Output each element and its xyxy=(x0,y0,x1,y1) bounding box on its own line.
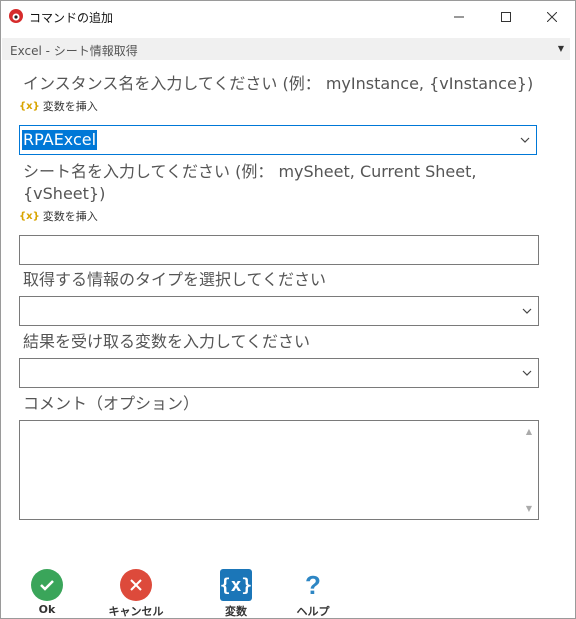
variables-button[interactable]: {x} 変数 xyxy=(201,569,271,619)
help-button[interactable]: ? ヘルプ xyxy=(278,569,348,619)
sheet-input[interactable] xyxy=(19,235,539,265)
command-selector[interactable]: Excel - シート情報取得 ▼ xyxy=(2,38,570,60)
help-question-icon: ? xyxy=(305,569,321,600)
add-command-window: コマンドの追加 Excel - シート情報取得 ▼ インスタンス名を入力してくだ… xyxy=(0,0,576,619)
instance-label: インスタンス名を入力してください (例： myInstance, {vInsta… xyxy=(23,74,534,93)
insert-variable-link-instance[interactable]: {x} 変数を挿入 xyxy=(19,98,98,114)
maximize-button[interactable] xyxy=(483,1,529,32)
result-variable-label: 結果を受け取る変数を入力してください xyxy=(23,332,311,351)
title-bar: コマンドの追加 xyxy=(1,1,575,32)
close-icon xyxy=(547,11,557,22)
ok-button[interactable]: Ok xyxy=(12,569,82,616)
variables-label: 変数 xyxy=(225,605,247,618)
comment-textarea[interactable]: ▲ ▼ xyxy=(19,420,539,520)
result-variable-dropdown[interactable] xyxy=(19,358,539,388)
scroll-up-icon[interactable]: ▲ xyxy=(526,427,532,436)
instance-value: RPAExcel xyxy=(22,130,98,150)
maximize-icon xyxy=(501,11,511,22)
chevron-down-icon xyxy=(522,370,532,376)
minimize-button[interactable] xyxy=(436,1,482,32)
insert-variable-link-sheet[interactable]: {x} 変数を挿入 xyxy=(19,208,98,224)
variable-icon: {x} xyxy=(19,210,40,222)
cancel-x-icon xyxy=(120,569,152,601)
scroll-down-icon[interactable]: ▼ xyxy=(526,504,532,513)
cancel-label: キャンセル xyxy=(108,605,164,618)
variables-icon: {x} xyxy=(220,569,252,601)
info-type-label: 取得する情報のタイプを選択してください xyxy=(23,270,327,289)
minimize-icon xyxy=(454,16,464,17)
app-icon xyxy=(9,9,23,23)
dropdown-caret-icon: ▼ xyxy=(557,44,564,53)
command-name: Excel - シート情報取得 xyxy=(10,44,138,58)
cancel-button[interactable]: キャンセル xyxy=(101,569,171,619)
sheet-label: シート名を入力してください (例： mySheet, Current Sheet… xyxy=(23,162,477,203)
check-icon xyxy=(31,569,63,601)
window-title: コマンドの追加 xyxy=(29,11,114,25)
variable-icon: {x} xyxy=(19,100,40,112)
comment-label: コメント（オプション） xyxy=(23,394,200,413)
instance-dropdown[interactable]: RPAExcel xyxy=(19,125,537,155)
info-type-dropdown[interactable] xyxy=(19,296,539,326)
ok-label: Ok xyxy=(38,603,56,616)
help-label: ヘルプ xyxy=(296,605,330,618)
chevron-down-icon xyxy=(520,137,530,143)
chevron-down-icon xyxy=(522,308,532,314)
close-button[interactable] xyxy=(529,1,575,32)
